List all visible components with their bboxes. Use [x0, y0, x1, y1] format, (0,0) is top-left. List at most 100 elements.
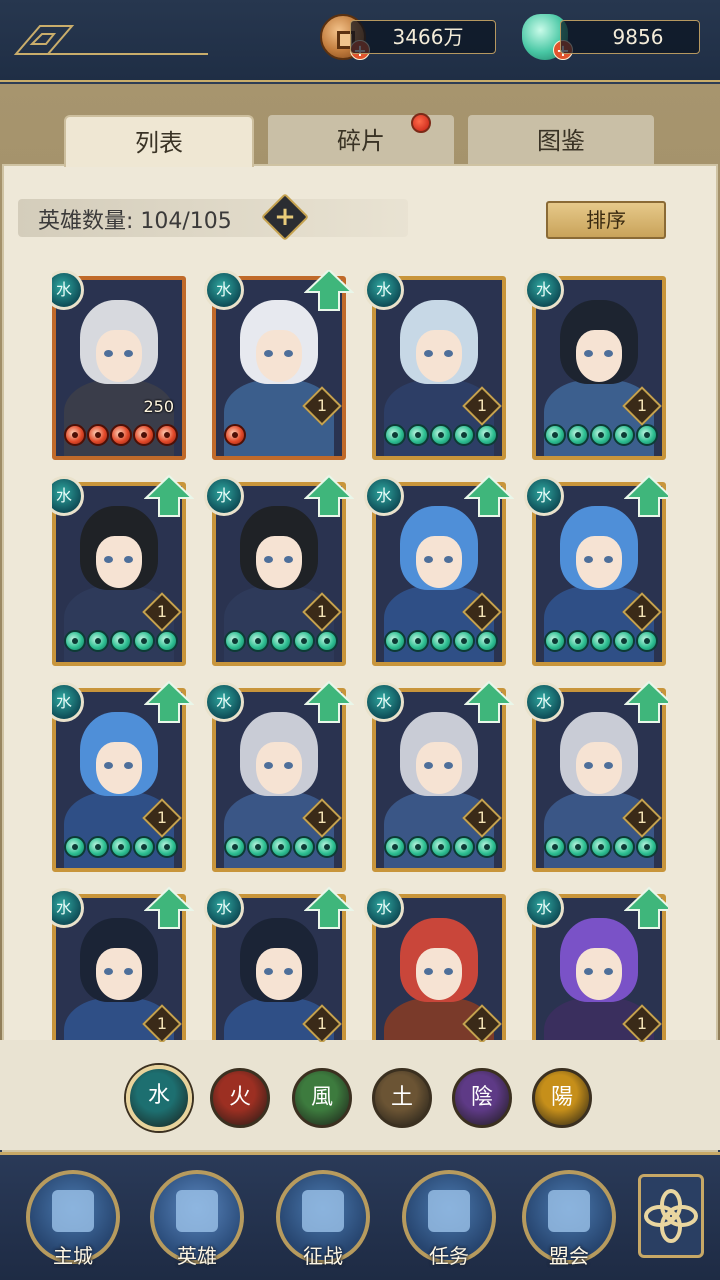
- element-filter-3[interactable]: 風: [292, 1068, 352, 1128]
- star-icon: [453, 424, 475, 446]
- hero-card[interactable]: 1水: [524, 270, 666, 460]
- flower-knot-icon: [644, 1189, 698, 1243]
- water-element-icon: 水: [364, 476, 404, 516]
- upgrade-arrow-icon: [464, 680, 514, 723]
- star-icon: [87, 630, 109, 652]
- element-filter-5[interactable]: 陰: [452, 1068, 512, 1128]
- tab-list[interactable]: 列表: [64, 115, 254, 167]
- hero-card[interactable]: 1水: [364, 680, 514, 872]
- upgrade-arrow-icon: [144, 474, 194, 517]
- star-icon: [247, 836, 269, 858]
- star-icon: [156, 424, 178, 446]
- star-icon: [293, 836, 315, 858]
- star-icon: [544, 424, 566, 446]
- water-element-icon: 水: [364, 888, 404, 928]
- hero-level: 1: [636, 396, 648, 415]
- star-icon: [544, 630, 566, 652]
- hero-card[interactable]: 1水: [524, 680, 668, 872]
- star-icon: [476, 630, 498, 652]
- element-filter-4[interactable]: 土: [372, 1068, 432, 1128]
- star-icon: [64, 630, 86, 652]
- hero-star-row: [384, 836, 502, 860]
- element-filter-1[interactable]: 水: [126, 1065, 192, 1131]
- hero-card[interactable]: 1水: [204, 474, 354, 666]
- upgrade-arrow-icon: [624, 474, 668, 517]
- hero-card[interactable]: 250 水: [52, 270, 186, 460]
- menu-emblem-icon[interactable]: [12, 20, 212, 60]
- hero-level: 1: [476, 1014, 488, 1033]
- star-icon: [407, 630, 429, 652]
- star-icon: [87, 424, 109, 446]
- star-icon: [453, 630, 475, 652]
- hero-level: 1: [156, 602, 168, 621]
- star-icon: [430, 630, 452, 652]
- star-icon: [544, 836, 566, 858]
- nav-label: 任务: [429, 1244, 469, 1268]
- star-icon: [476, 424, 498, 446]
- hero-level: 1: [316, 602, 328, 621]
- upgrade-arrow-icon: [624, 886, 668, 929]
- hero-card[interactable]: 1水: [204, 886, 354, 1042]
- water-element-icon: 水: [364, 682, 404, 722]
- hero-level: 1: [636, 1014, 648, 1033]
- hero-card[interactable]: 1水: [52, 474, 194, 666]
- upgrade-arrow-icon: [464, 474, 514, 517]
- star-icon: [247, 630, 269, 652]
- hero-star-row: [224, 424, 342, 448]
- upgrade-arrow-icon: [304, 474, 354, 517]
- upgrade-arrow-icon: [624, 680, 668, 723]
- hero-card[interactable]: 1水: [524, 886, 668, 1042]
- star-icon: [636, 630, 658, 652]
- star-icon: [224, 836, 246, 858]
- jade-display: 9856: [560, 20, 700, 54]
- hero-star-row: [544, 836, 662, 860]
- water-element-icon: 水: [364, 270, 404, 310]
- hero-card[interactable]: 1水: [52, 680, 194, 872]
- more-menu-button[interactable]: [638, 1174, 704, 1258]
- star-icon: [453, 836, 475, 858]
- water-element-icon: 水: [524, 476, 564, 516]
- sort-button[interactable]: 排序: [546, 201, 666, 239]
- nav-building-icon: [428, 1190, 470, 1232]
- hero-count: 英雄数量: 104/105: [38, 209, 232, 234]
- hero-card[interactable]: 1水: [204, 270, 354, 460]
- star-icon: [476, 836, 498, 858]
- hero-level: 1: [156, 1014, 168, 1033]
- nav-label: 主城: [53, 1244, 93, 1268]
- star-icon: [590, 424, 612, 446]
- star-icon: [430, 836, 452, 858]
- star-icon: [384, 630, 406, 652]
- star-icon: [407, 424, 429, 446]
- hero-level: 1: [316, 396, 328, 415]
- hero-level: 1: [476, 602, 488, 621]
- nav-label: 征战: [303, 1244, 343, 1268]
- water-element-icon: 水: [204, 888, 244, 928]
- nav-building-icon: [176, 1190, 218, 1232]
- hero-level: 1: [156, 808, 168, 827]
- hero-card[interactable]: 1水: [524, 474, 668, 666]
- water-element-icon: 水: [524, 888, 564, 928]
- hero-level: 1: [636, 808, 648, 827]
- hero-card[interactable]: 1水: [364, 474, 514, 666]
- water-element-icon: 水: [524, 682, 564, 722]
- tab-atlas[interactable]: 图鉴: [468, 115, 654, 167]
- hero-card[interactable]: 1水: [364, 888, 506, 1042]
- hero-power: 250: [143, 397, 174, 416]
- star-icon: [110, 630, 132, 652]
- star-icon: [613, 630, 635, 652]
- star-icon: [316, 836, 338, 858]
- star-icon: [430, 424, 452, 446]
- hero-card[interactable]: 1水: [364, 270, 506, 460]
- hero-level: 1: [316, 808, 328, 827]
- star-icon: [590, 630, 612, 652]
- star-icon: [567, 836, 589, 858]
- element-filter-2[interactable]: 火: [210, 1068, 270, 1128]
- star-icon: [567, 424, 589, 446]
- shards-alert-dot: [411, 113, 431, 133]
- element-filter-6[interactable]: 陽: [532, 1068, 592, 1128]
- star-icon: [133, 630, 155, 652]
- star-icon: [636, 836, 658, 858]
- hero-card[interactable]: 1水: [204, 680, 354, 872]
- nav-label: 盟会: [549, 1244, 589, 1268]
- hero-card[interactable]: 1水: [52, 886, 194, 1042]
